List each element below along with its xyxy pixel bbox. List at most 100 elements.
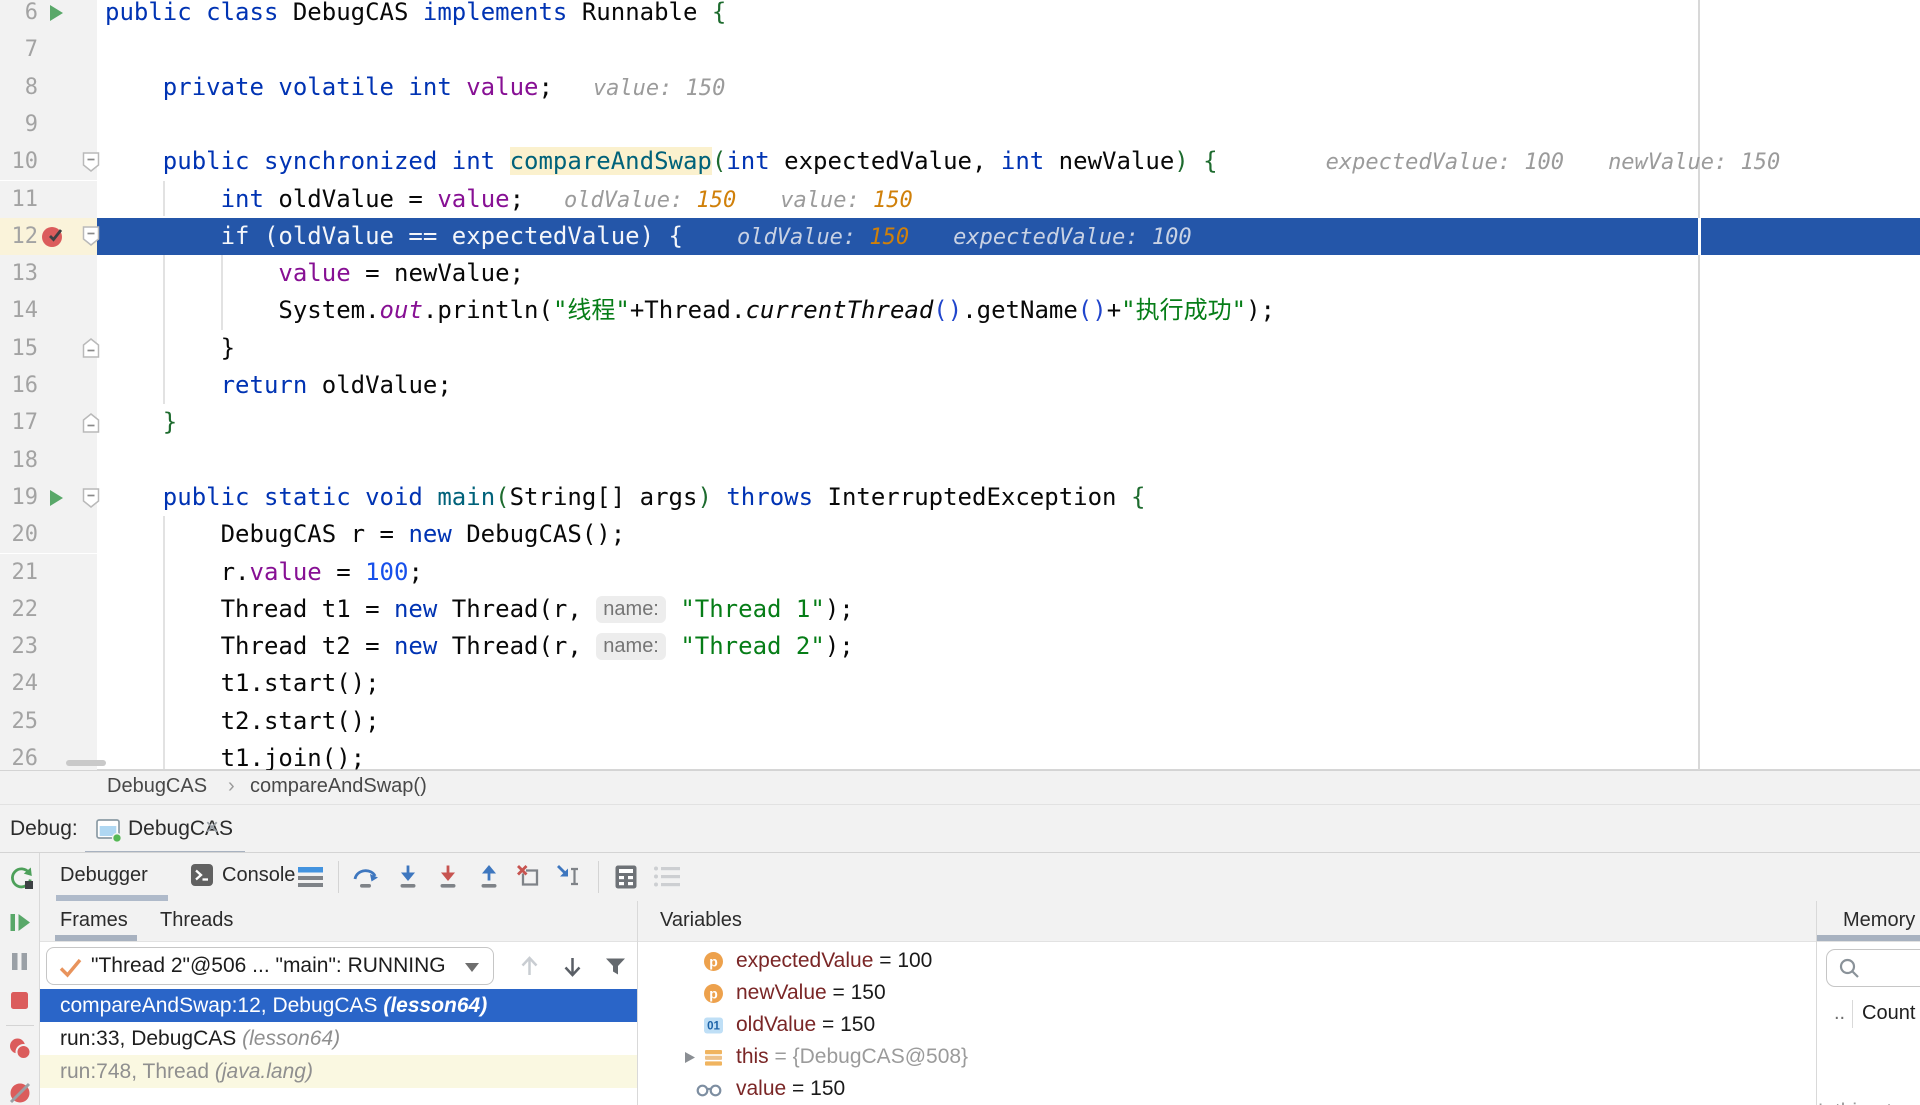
code-text[interactable]: public synchronized int compareAndSwap(i… [105,143,1780,181]
code-line-6[interactable]: 6 public class DebugCAS implements Runnab… [0,0,1920,32]
fold-end-marker-icon[interactable] [82,338,100,359]
code-line-18[interactable]: 18 [0,441,1920,479]
line-number[interactable]: 16 [0,367,39,404]
code-line-19[interactable]: 19 public static void main(String[] args… [0,478,1920,517]
memory-column-class[interactable]: .. [1834,1002,1845,1025]
variable-row[interactable]: this = {DebugCAS@508} [637,1041,1816,1073]
fold-end-marker-icon[interactable] [82,412,100,433]
code-text[interactable]: Thread t1 = new Thread(r, name: "Thread … [105,591,854,628]
memory-search-input[interactable] [1826,949,1920,987]
line-number[interactable]: 15 [0,330,39,367]
step-over-icon[interactable] [352,863,380,891]
code-text[interactable]: public class DebugCAS implements Runnabl… [105,0,726,31]
breakpoint-icon[interactable] [40,223,66,249]
code-text[interactable]: public static void main(String[] args) t… [105,479,1146,516]
code-line-12[interactable]: 12 if (oldValue == expectedValue) {oldVa… [0,217,1920,256]
line-number[interactable]: 11 [0,181,39,218]
line-number[interactable]: 7 [0,31,38,68]
code-line-26[interactable]: 26 t1.join(); [0,740,1920,770]
fold-marker-icon[interactable] [82,151,100,172]
code-line-20[interactable]: 20 DebugCAS r = new DebugCAS(); [0,516,1920,554]
line-number[interactable]: 17 [0,404,39,441]
run-icon[interactable] [46,488,66,508]
code-line-10[interactable]: 10 public synchronized int compareAndSwa… [0,143,1920,181]
step-out-icon[interactable] [475,863,503,891]
code-text[interactable]: private volatile int value; value: 150 [105,69,726,107]
line-number[interactable]: 6 [0,0,38,31]
line-number[interactable]: 24 [0,665,39,702]
memory-header[interactable]: Memory [1843,909,1915,932]
line-number[interactable]: 22 [0,591,39,628]
previous-frame-icon[interactable] [518,954,541,979]
code-line-16[interactable]: 16 return oldValue; [0,367,1920,405]
memory-column-count[interactable]: Count [1862,1002,1915,1025]
filter-frames-icon[interactable] [603,954,628,979]
view-breakpoints-icon[interactable] [8,1037,33,1062]
code-text[interactable]: value = newValue; [105,255,524,292]
line-number[interactable]: 13 [0,255,39,292]
line-number[interactable]: 25 [0,703,39,740]
code-text[interactable]: Thread t2 = new Thread(r, name: "Thread … [105,628,854,665]
breadcrumb-class[interactable]: DebugCAS [107,775,207,798]
code-line-9[interactable]: 9 [0,105,1920,144]
line-number[interactable]: 26 [0,740,39,770]
code-line-17[interactable]: 17 } [0,404,1920,442]
frame-row[interactable]: run:33, DebugCAS (lesson64) [40,1022,637,1055]
line-number[interactable]: 21 [0,554,39,591]
frame-row[interactable]: compareAndSwap:12, DebugCAS (lesson64) [40,989,637,1022]
force-step-into-icon[interactable] [434,863,462,891]
close-icon[interactable]: × [205,814,219,842]
code-line-13[interactable]: 13 value = newValue; [0,255,1920,293]
line-number[interactable]: 23 [0,628,39,665]
code-text[interactable]: t1.start(); [105,665,380,702]
code-line-14[interactable]: 14 System.out.println("线程"+Thread.curren… [0,292,1920,330]
run-to-cursor-icon[interactable] [555,863,583,891]
line-number[interactable]: 8 [0,69,38,106]
variable-row[interactable]: p newValue = 150 [637,977,1816,1009]
code-line-25[interactable]: 25 t2.start(); [0,702,1920,740]
tab-frames[interactable]: Frames [60,909,128,932]
code-line-21[interactable]: 21 r.value = 100; [0,553,1920,591]
code-text[interactable]: int oldValue = value; oldValue: 150 value:… [105,181,913,219]
fold-marker-icon[interactable] [82,487,100,508]
code-text[interactable]: t2.start(); [105,703,380,740]
variable-row[interactable]: value = 150 [637,1073,1816,1105]
code-editor[interactable]: 6 public class DebugCAS implements Runnab… [0,0,1920,770]
frames-variables-divider[interactable] [637,901,638,1105]
code-text[interactable]: System.out.println("线程"+Thread.currentTh… [105,292,1275,329]
stop-program-icon[interactable] [8,989,31,1012]
drop-frame-icon[interactable] [515,863,543,891]
code-line-15[interactable]: 15 } [0,329,1920,367]
code-text[interactable]: } [105,330,235,367]
memory-column-divider[interactable] [1852,1000,1853,1028]
code-line-11[interactable]: 11 int oldValue = value; oldValue: 150 val… [0,180,1920,219]
line-number[interactable]: 19 [0,479,39,516]
code-line-7[interactable]: 7 [0,31,1920,69]
variable-row[interactable]: 01 oldValue = 150 [637,1009,1816,1041]
expand-icon[interactable] [682,1050,697,1065]
line-number[interactable]: 14 [0,292,39,329]
code-text[interactable]: DebugCAS r = new DebugCAS(); [105,516,626,553]
rerun-debug-icon[interactable] [8,864,35,891]
horizontal-scrollbar[interactable] [66,760,106,766]
line-number[interactable]: 18 [0,442,39,479]
code-text[interactable]: if (oldValue == expectedValue) {oldValue… [105,218,1192,256]
pause-program-icon[interactable] [8,950,31,973]
next-frame-icon[interactable] [561,954,584,979]
tab-console[interactable]: Console [222,864,295,887]
variable-row[interactable]: p expectedValue = 100 [637,945,1816,977]
mute-breakpoints-icon[interactable] [8,1081,33,1105]
code-text[interactable]: t1.join(); [105,740,366,770]
tab-debugger[interactable]: Debugger [60,864,148,887]
code-text[interactable]: return oldValue; [105,367,452,404]
step-into-icon[interactable] [394,863,422,891]
thread-selector-dropdown[interactable]: "Thread 2"@506 ... "main": RUNNING [46,947,494,985]
line-number[interactable]: 9 [0,106,38,143]
frame-row[interactable]: run:748, Thread (java.lang) [40,1055,637,1088]
code-line-24[interactable]: 24 t1.start(); [0,665,1920,703]
code-text[interactable]: r.value = 100; [105,554,423,591]
trace-stream-icon[interactable] [652,863,683,890]
code-text[interactable]: } [105,404,177,441]
layout-options-icon-icon[interactable] [296,863,325,890]
code-line-22[interactable]: 22 Thread t1 = new Thread(r, name: "Thre… [0,590,1920,629]
